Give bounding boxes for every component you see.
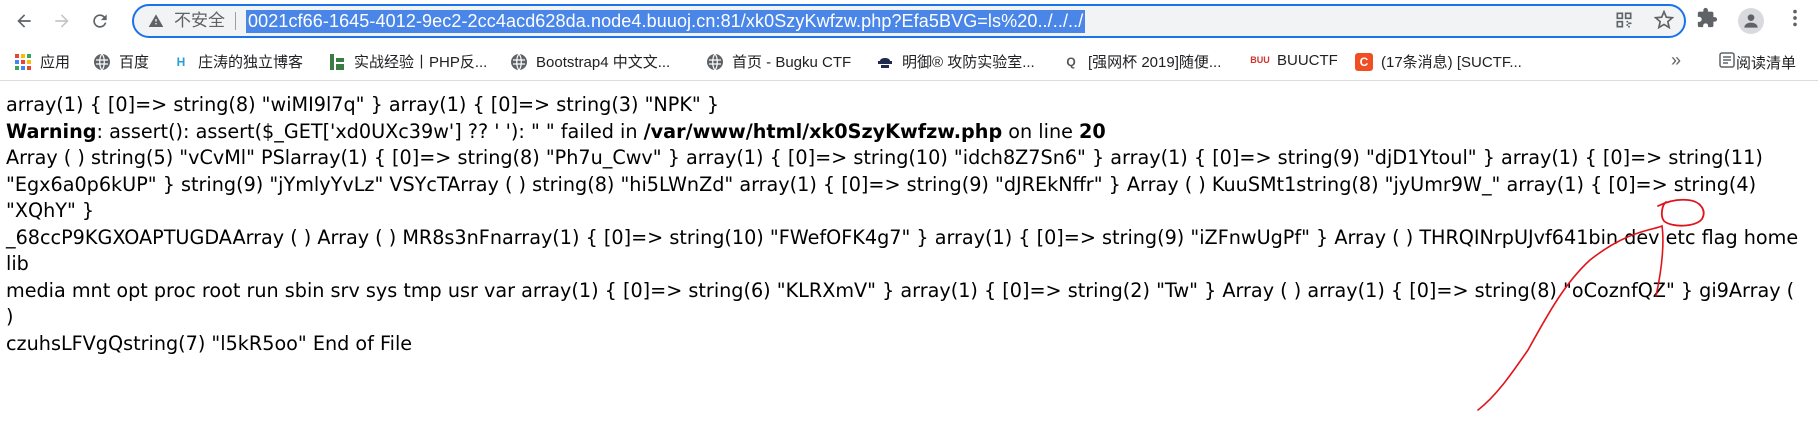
hat-icon (876, 53, 894, 71)
globe-icon (706, 53, 724, 71)
bookmark-baidu[interactable]: 百度 (93, 51, 149, 72)
q-logo-icon: Q (1066, 54, 1076, 69)
warning-line-number: 20 (1079, 119, 1106, 143)
bookmark-zhuangtao-blog[interactable]: H 庄涛的独立博客 (172, 51, 303, 72)
bookmark-csdn-suctf[interactable]: C (17条消息) [SUCTF... (1355, 51, 1522, 72)
output-line: "Egx6a0p6kUP" } string(9) "jYmlyYvLz" VS… (6, 172, 1757, 223)
output-line: _68ccP9KGXOAPTUGDAArray ( ) Array ( ) MR… (6, 225, 1799, 276)
menu-kebab-icon[interactable] (1784, 7, 1806, 34)
reload-icon (93, 14, 107, 28)
bookmark-bootstrap4[interactable]: Bootstrap4 中文文... (510, 51, 670, 72)
bookmark-label: 百度 (119, 54, 150, 71)
warning-line: Warning: assert(): assert($_GET['xd0UXc3… (6, 119, 1801, 146)
bookmark-label: Bootstrap4 中文文... (536, 54, 671, 71)
apps-grid-icon (14, 53, 32, 71)
bookmarks-bar: 应用 百度 H 庄涛的独立博客 实战经验丨PHP反... Bootstrap4 … (0, 42, 1818, 81)
bookmark-label: 实战经验丨PHP反... (354, 54, 488, 71)
green-bars-icon (328, 53, 346, 71)
globe-icon (93, 53, 111, 71)
bookmark-qwb-2019[interactable]: Q [强网杯 2019]随便... (1062, 51, 1221, 72)
bookmark-label: 庄涛的独立博客 (198, 54, 304, 71)
bookmark-php-experience[interactable]: 实战经验丨PHP反... (328, 51, 487, 72)
bookmark-label: 首页 - Bugku CTF (732, 54, 852, 71)
bookmark-label: [强网杯 2019]随便... (1088, 54, 1222, 71)
reload-button[interactable] (86, 7, 114, 35)
globe-icon (510, 53, 528, 71)
csdn-c-icon: C (1355, 52, 1373, 71)
reading-list-icon (1718, 51, 1736, 73)
bookmark-label: 应用 (40, 54, 71, 71)
arrow-left-icon (17, 14, 31, 28)
bookmark-apps[interactable]: 应用 (14, 51, 70, 72)
bookmark-label: 明御® 攻防实验室... (902, 54, 1035, 71)
warning-label: Warning (6, 119, 97, 143)
extensions-puzzle-icon[interactable] (1696, 7, 1718, 34)
bookmarks-overflow-chevron-icon[interactable]: » (1671, 50, 1681, 71)
output-line: array(1) { [0]=> string(8) "wiMI9l7q" } … (6, 93, 720, 116)
forward-button[interactable] (48, 7, 76, 35)
address-bar[interactable]: 不安全 0021cf66-1645-4012-9ec2-2cc4acd628da… (132, 4, 1686, 38)
warning-online-text: on line (1002, 119, 1080, 143)
warning-file: /var/www/html/xk0SzyKwfzw.php (643, 119, 1003, 143)
warning-text: : assert(): assert($_GET['xd0UXc39w'] ??… (96, 119, 644, 143)
output-line: czuhsLFVgQstring(7) "l5kR5oo" End of Fil… (6, 331, 413, 355)
security-status[interactable]: 不安全 (174, 12, 236, 30)
bookmark-bugku[interactable]: 首页 - Bugku CTF (706, 51, 851, 72)
bookmark-star-icon[interactable] (1653, 9, 1675, 35)
qr-code-icon[interactable] (1614, 10, 1634, 35)
bookmark-buuctf[interactable]: BUU BUUCTF (1250, 51, 1338, 69)
buu-logo-icon: BUU (1250, 55, 1270, 65)
page-output: array(1) { [0]=> string(8) "wiMI9l7q" } … (6, 92, 1801, 357)
arrow-right-icon (55, 14, 69, 28)
profile-avatar-icon[interactable] (1738, 7, 1764, 34)
reading-list-button[interactable]: 阅读清单 (1718, 51, 1796, 73)
bookmark-label: (17条消息) [SUCTF... (1381, 54, 1522, 71)
output-line: Array ( ) string(5) "vCvMl" PSlarray(1) … (6, 146, 1763, 169)
bookmark-label: BUUCTF (1277, 51, 1338, 69)
reading-list-label: 阅读清单 (1736, 54, 1797, 72)
warning-triangle-icon (148, 12, 166, 30)
output-line: media mnt opt proc root run sbin srv sys… (6, 278, 1795, 329)
browser-toolbar: 不安全 0021cf66-1645-4012-9ec2-2cc4acd628da… (0, 0, 1818, 42)
back-button[interactable] (10, 7, 38, 35)
bookmark-mingyu-lab[interactable]: 明御® 攻防实验室... (876, 51, 1035, 72)
url-text[interactable]: 0021cf66-1645-4012-9ec2-2cc4acd628da.nod… (246, 9, 1086, 33)
h-logo-icon: H (176, 54, 186, 69)
